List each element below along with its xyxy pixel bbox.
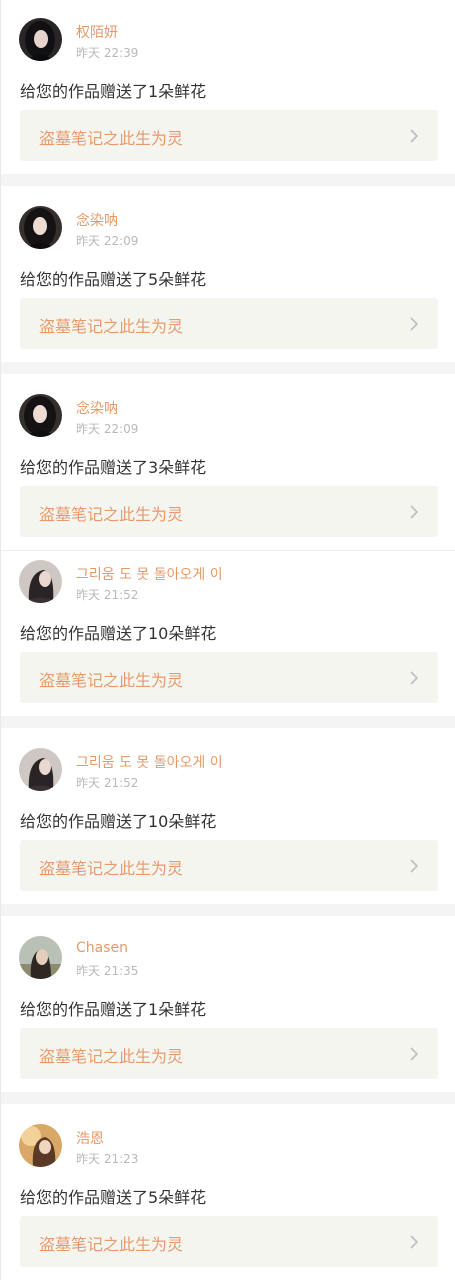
avatar-portrait-icon xyxy=(19,748,62,791)
user-avatar[interactable] xyxy=(19,394,62,437)
chevron-right-icon xyxy=(410,859,419,873)
chevron-right-icon xyxy=(410,129,419,143)
timestamp: 昨天 22:09 xyxy=(76,234,139,248)
username[interactable]: 念染呐 xyxy=(76,398,118,418)
notification-item: 浩恩 昨天 21:23 给您的作品赠送了5朵鲜花 盗墓笔记之此生为灵 xyxy=(1,1104,455,1280)
work-title: 盗墓笔记之此生为灵 xyxy=(39,671,184,690)
timestamp: 昨天 21:23 xyxy=(76,1152,139,1166)
work-link-card[interactable]: 盗墓笔记之此生为灵 xyxy=(20,298,438,349)
avatar-portrait-icon xyxy=(19,1124,62,1167)
username[interactable]: 그리움 도 못 돌아오게 이 xyxy=(76,752,223,772)
timestamp: 昨天 22:39 xyxy=(76,46,139,60)
username[interactable]: 权陌妍 xyxy=(76,22,118,42)
gift-message: 给您的作品赠送了5朵鲜花 xyxy=(20,270,207,289)
timestamp: 昨天 22:09 xyxy=(76,422,139,436)
gift-message: 给您的作品赠送了3朵鲜花 xyxy=(20,458,207,477)
gift-message: 给您的作品赠送了1朵鲜花 xyxy=(20,1000,207,1019)
work-link-card[interactable]: 盗墓笔记之此生为灵 xyxy=(20,652,438,703)
gift-message: 给您的作品赠送了10朵鲜花 xyxy=(20,624,217,643)
avatar-portrait-icon xyxy=(19,560,62,603)
work-title: 盗墓笔记之此生为灵 xyxy=(39,1235,184,1254)
work-title: 盗墓笔记之此生为灵 xyxy=(39,317,184,336)
user-avatar[interactable] xyxy=(19,18,62,61)
timestamp: 昨天 21:52 xyxy=(76,588,139,602)
timestamp: 昨天 21:35 xyxy=(76,964,139,978)
gift-message: 给您的作品赠送了10朵鲜花 xyxy=(20,812,217,831)
chevron-right-icon xyxy=(410,505,419,519)
user-avatar[interactable] xyxy=(19,560,62,603)
username[interactable]: 浩恩 xyxy=(76,1128,104,1148)
work-link-card[interactable]: 盗墓笔记之此生为灵 xyxy=(20,110,438,161)
timestamp: 昨天 21:52 xyxy=(76,776,139,790)
username[interactable]: Chasen xyxy=(76,940,128,956)
chevron-right-icon xyxy=(410,671,419,685)
gift-message: 给您的作品赠送了5朵鲜花 xyxy=(20,1188,207,1207)
work-link-card[interactable]: 盗墓笔记之此生为灵 xyxy=(20,1216,438,1267)
user-avatar[interactable] xyxy=(19,206,62,249)
notification-item: 그리움 도 못 돌아오게 이 昨天 21:52 给您的作品赠送了10朵鲜花 盗墓… xyxy=(1,551,455,716)
section-divider xyxy=(1,174,455,186)
section-divider xyxy=(1,904,455,916)
work-title: 盗墓笔记之此生为灵 xyxy=(39,129,184,148)
notification-item: Chasen 昨天 21:35 给您的作品赠送了1朵鲜花 盗墓笔记之此生为灵 xyxy=(1,916,455,1092)
avatar-portrait-icon xyxy=(19,394,62,437)
chevron-right-icon xyxy=(410,1047,419,1061)
username[interactable]: 그리움 도 못 돌아오게 이 xyxy=(76,564,223,584)
notification-item: 念染呐 昨天 22:09 给您的作品赠送了3朵鲜花 盗墓笔记之此生为灵 xyxy=(1,374,455,550)
section-divider xyxy=(1,362,455,374)
work-link-card[interactable]: 盗墓笔记之此生为灵 xyxy=(20,840,438,891)
avatar-portrait-icon xyxy=(19,936,62,979)
section-divider xyxy=(1,716,455,728)
notification-item: 그리움 도 못 돌아오게 이 昨天 21:52 给您的作品赠送了10朵鲜花 盗墓… xyxy=(1,728,455,904)
user-avatar[interactable] xyxy=(19,936,62,979)
user-avatar[interactable] xyxy=(19,748,62,791)
avatar-portrait-icon xyxy=(19,206,62,249)
avatar-portrait-icon xyxy=(19,18,62,61)
work-link-card[interactable]: 盗墓笔记之此生为灵 xyxy=(20,486,438,537)
work-title: 盗墓笔记之此生为灵 xyxy=(39,1047,184,1066)
chevron-right-icon xyxy=(410,317,419,331)
chevron-right-icon xyxy=(410,1235,419,1249)
notification-item: 权陌妍 昨天 22:39 给您的作品赠送了1朵鲜花 盗墓笔记之此生为灵 xyxy=(1,0,455,174)
user-avatar[interactable] xyxy=(19,1124,62,1167)
gift-message: 给您的作品赠送了1朵鲜花 xyxy=(20,82,207,101)
username[interactable]: 念染呐 xyxy=(76,210,118,230)
work-title: 盗墓笔记之此生为灵 xyxy=(39,859,184,878)
notification-item: 念染呐 昨天 22:09 给您的作品赠送了5朵鲜花 盗墓笔记之此生为灵 xyxy=(1,186,455,362)
work-title: 盗墓笔记之此生为灵 xyxy=(39,505,184,524)
work-link-card[interactable]: 盗墓笔记之此生为灵 xyxy=(20,1028,438,1079)
section-divider xyxy=(1,1092,455,1104)
